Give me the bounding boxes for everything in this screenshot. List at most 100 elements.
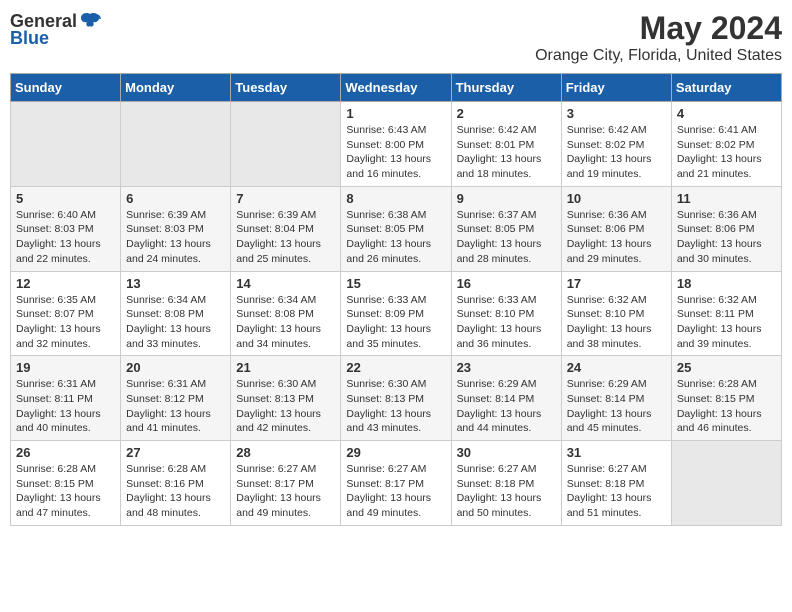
day-number: 6 xyxy=(126,191,225,206)
calendar-subtitle: Orange City, Florida, United States xyxy=(535,47,782,65)
day-cell: 16 Sunrise: 6:33 AM Sunset: 8:10 PM Dayl… xyxy=(451,271,561,356)
day-number: 12 xyxy=(16,276,115,291)
day-cell: 21 Sunrise: 6:30 AM Sunset: 8:13 PM Dayl… xyxy=(231,356,341,441)
header-sunday: Sunday xyxy=(11,74,121,102)
day-cell: 5 Sunrise: 6:40 AM Sunset: 8:03 PM Dayli… xyxy=(11,186,121,271)
day-cell xyxy=(11,102,121,187)
day-number: 10 xyxy=(567,191,666,206)
week-row-2: 5 Sunrise: 6:40 AM Sunset: 8:03 PM Dayli… xyxy=(11,186,782,271)
logo-bird-icon xyxy=(79,10,101,32)
day-number: 21 xyxy=(236,360,335,375)
day-number: 16 xyxy=(457,276,556,291)
day-cell: 17 Sunrise: 6:32 AM Sunset: 8:10 PM Dayl… xyxy=(561,271,671,356)
day-cell: 1 Sunrise: 6:43 AM Sunset: 8:00 PM Dayli… xyxy=(341,102,451,187)
header-saturday: Saturday xyxy=(671,74,781,102)
day-number: 2 xyxy=(457,106,556,121)
week-row-3: 12 Sunrise: 6:35 AM Sunset: 8:07 PM Dayl… xyxy=(11,271,782,356)
day-number: 25 xyxy=(677,360,776,375)
day-info: Sunrise: 6:35 AM Sunset: 8:07 PM Dayligh… xyxy=(16,293,115,352)
logo: General Blue xyxy=(10,10,101,49)
header-thursday: Thursday xyxy=(451,74,561,102)
day-info: Sunrise: 6:36 AM Sunset: 8:06 PM Dayligh… xyxy=(677,208,776,267)
day-number: 24 xyxy=(567,360,666,375)
day-number: 17 xyxy=(567,276,666,291)
day-info: Sunrise: 6:31 AM Sunset: 8:12 PM Dayligh… xyxy=(126,377,225,436)
day-info: Sunrise: 6:30 AM Sunset: 8:13 PM Dayligh… xyxy=(346,377,445,436)
day-info: Sunrise: 6:41 AM Sunset: 8:02 PM Dayligh… xyxy=(677,123,776,182)
day-info: Sunrise: 6:29 AM Sunset: 8:14 PM Dayligh… xyxy=(457,377,556,436)
day-info: Sunrise: 6:32 AM Sunset: 8:11 PM Dayligh… xyxy=(677,293,776,352)
day-info: Sunrise: 6:27 AM Sunset: 8:18 PM Dayligh… xyxy=(457,462,556,521)
day-number: 14 xyxy=(236,276,335,291)
day-number: 1 xyxy=(346,106,445,121)
day-info: Sunrise: 6:42 AM Sunset: 8:01 PM Dayligh… xyxy=(457,123,556,182)
day-number: 26 xyxy=(16,445,115,460)
day-info: Sunrise: 6:27 AM Sunset: 8:18 PM Dayligh… xyxy=(567,462,666,521)
day-info: Sunrise: 6:29 AM Sunset: 8:14 PM Dayligh… xyxy=(567,377,666,436)
day-info: Sunrise: 6:40 AM Sunset: 8:03 PM Dayligh… xyxy=(16,208,115,267)
day-cell: 13 Sunrise: 6:34 AM Sunset: 8:08 PM Dayl… xyxy=(121,271,231,356)
day-cell: 8 Sunrise: 6:38 AM Sunset: 8:05 PM Dayli… xyxy=(341,186,451,271)
day-number: 22 xyxy=(346,360,445,375)
day-cell: 23 Sunrise: 6:29 AM Sunset: 8:14 PM Dayl… xyxy=(451,356,561,441)
week-row-4: 19 Sunrise: 6:31 AM Sunset: 8:11 PM Dayl… xyxy=(11,356,782,441)
day-info: Sunrise: 6:37 AM Sunset: 8:05 PM Dayligh… xyxy=(457,208,556,267)
header-friday: Friday xyxy=(561,74,671,102)
day-number: 5 xyxy=(16,191,115,206)
page-container: General Blue May 2024 Orange City, Flori… xyxy=(10,10,782,526)
header-wednesday: Wednesday xyxy=(341,74,451,102)
day-info: Sunrise: 6:43 AM Sunset: 8:00 PM Dayligh… xyxy=(346,123,445,182)
day-number: 3 xyxy=(567,106,666,121)
day-info: Sunrise: 6:28 AM Sunset: 8:15 PM Dayligh… xyxy=(677,377,776,436)
day-cell: 30 Sunrise: 6:27 AM Sunset: 8:18 PM Dayl… xyxy=(451,441,561,526)
day-cell xyxy=(121,102,231,187)
day-number: 31 xyxy=(567,445,666,460)
day-info: Sunrise: 6:30 AM Sunset: 8:13 PM Dayligh… xyxy=(236,377,335,436)
day-number: 4 xyxy=(677,106,776,121)
day-cell: 14 Sunrise: 6:34 AM Sunset: 8:08 PM Dayl… xyxy=(231,271,341,356)
calendar-header-row: SundayMondayTuesdayWednesdayThursdayFrid… xyxy=(11,74,782,102)
day-cell: 12 Sunrise: 6:35 AM Sunset: 8:07 PM Dayl… xyxy=(11,271,121,356)
day-cell xyxy=(671,441,781,526)
day-cell: 18 Sunrise: 6:32 AM Sunset: 8:11 PM Dayl… xyxy=(671,271,781,356)
day-number: 8 xyxy=(346,191,445,206)
day-info: Sunrise: 6:28 AM Sunset: 8:16 PM Dayligh… xyxy=(126,462,225,521)
title-area: May 2024 Orange City, Florida, United St… xyxy=(535,10,782,65)
day-info: Sunrise: 6:42 AM Sunset: 8:02 PM Dayligh… xyxy=(567,123,666,182)
day-cell: 7 Sunrise: 6:39 AM Sunset: 8:04 PM Dayli… xyxy=(231,186,341,271)
day-cell: 26 Sunrise: 6:28 AM Sunset: 8:15 PM Dayl… xyxy=(11,441,121,526)
header: General Blue May 2024 Orange City, Flori… xyxy=(10,10,782,65)
header-tuesday: Tuesday xyxy=(231,74,341,102)
day-number: 18 xyxy=(677,276,776,291)
day-number: 9 xyxy=(457,191,556,206)
day-cell xyxy=(231,102,341,187)
day-cell: 24 Sunrise: 6:29 AM Sunset: 8:14 PM Dayl… xyxy=(561,356,671,441)
day-info: Sunrise: 6:34 AM Sunset: 8:08 PM Dayligh… xyxy=(236,293,335,352)
day-info: Sunrise: 6:36 AM Sunset: 8:06 PM Dayligh… xyxy=(567,208,666,267)
day-cell: 9 Sunrise: 6:37 AM Sunset: 8:05 PM Dayli… xyxy=(451,186,561,271)
day-info: Sunrise: 6:32 AM Sunset: 8:10 PM Dayligh… xyxy=(567,293,666,352)
week-row-1: 1 Sunrise: 6:43 AM Sunset: 8:00 PM Dayli… xyxy=(11,102,782,187)
day-cell: 11 Sunrise: 6:36 AM Sunset: 8:06 PM Dayl… xyxy=(671,186,781,271)
day-info: Sunrise: 6:27 AM Sunset: 8:17 PM Dayligh… xyxy=(346,462,445,521)
day-info: Sunrise: 6:33 AM Sunset: 8:09 PM Dayligh… xyxy=(346,293,445,352)
week-row-5: 26 Sunrise: 6:28 AM Sunset: 8:15 PM Dayl… xyxy=(11,441,782,526)
calendar-title: May 2024 xyxy=(535,10,782,47)
day-cell: 22 Sunrise: 6:30 AM Sunset: 8:13 PM Dayl… xyxy=(341,356,451,441)
day-number: 27 xyxy=(126,445,225,460)
day-cell: 20 Sunrise: 6:31 AM Sunset: 8:12 PM Dayl… xyxy=(121,356,231,441)
day-number: 15 xyxy=(346,276,445,291)
day-info: Sunrise: 6:31 AM Sunset: 8:11 PM Dayligh… xyxy=(16,377,115,436)
calendar-table: SundayMondayTuesdayWednesdayThursdayFrid… xyxy=(10,73,782,526)
day-number: 29 xyxy=(346,445,445,460)
day-cell: 25 Sunrise: 6:28 AM Sunset: 8:15 PM Dayl… xyxy=(671,356,781,441)
day-cell: 4 Sunrise: 6:41 AM Sunset: 8:02 PM Dayli… xyxy=(671,102,781,187)
day-info: Sunrise: 6:39 AM Sunset: 8:04 PM Dayligh… xyxy=(236,208,335,267)
day-cell: 2 Sunrise: 6:42 AM Sunset: 8:01 PM Dayli… xyxy=(451,102,561,187)
day-cell: 3 Sunrise: 6:42 AM Sunset: 8:02 PM Dayli… xyxy=(561,102,671,187)
day-info: Sunrise: 6:27 AM Sunset: 8:17 PM Dayligh… xyxy=(236,462,335,521)
day-cell: 15 Sunrise: 6:33 AM Sunset: 8:09 PM Dayl… xyxy=(341,271,451,356)
header-monday: Monday xyxy=(121,74,231,102)
day-info: Sunrise: 6:39 AM Sunset: 8:03 PM Dayligh… xyxy=(126,208,225,267)
day-number: 23 xyxy=(457,360,556,375)
